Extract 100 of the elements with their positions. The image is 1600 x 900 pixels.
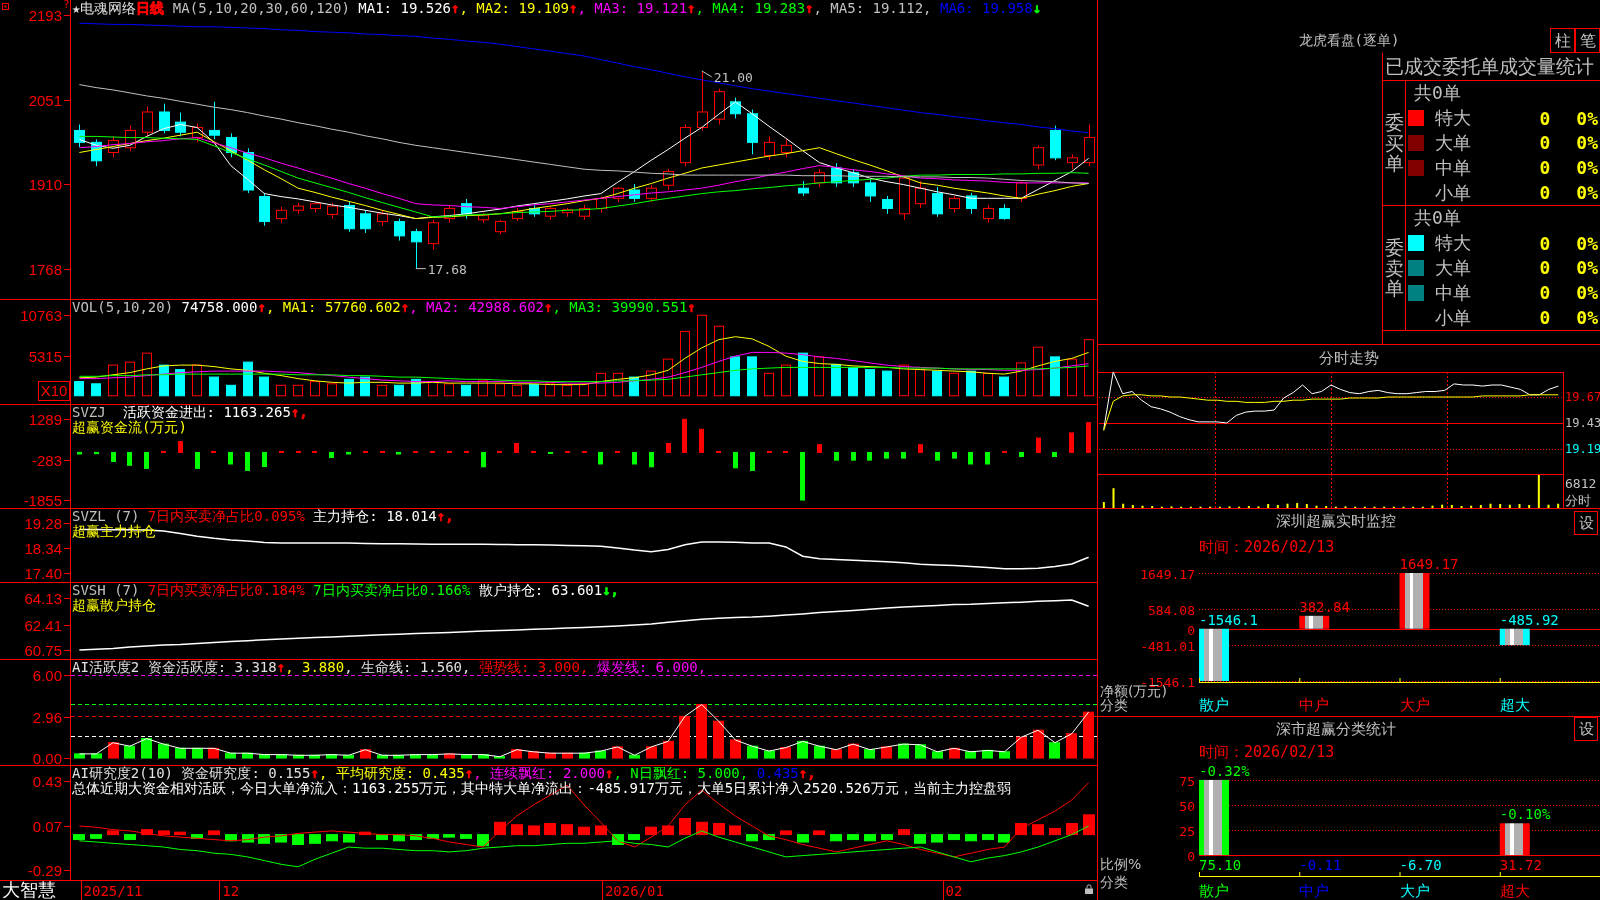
order-count: 0 — [1538, 182, 1552, 204]
order-count: 0 — [1538, 232, 1552, 254]
change-label: -0.32% — [1199, 762, 1250, 779]
brand-logo: 大智慧 — [2, 880, 56, 900]
unit-label: X10 — [38, 381, 70, 401]
date-label: 2026/01 — [604, 883, 664, 899]
axis-label: 6.00 — [32, 666, 62, 684]
order-count: 0 — [1538, 157, 1552, 179]
order-size-label: 特大 — [1435, 106, 1472, 131]
axis-label: 75 — [1179, 773, 1195, 789]
value-label: -1546.1 — [1199, 611, 1258, 628]
axis-title: 分时 — [1565, 493, 1591, 508]
axis-title: 分类 — [1100, 697, 1128, 713]
value-label: -6.70 — [1399, 857, 1442, 873]
panel-title: 深圳超赢实时监控 — [1275, 511, 1397, 532]
order-total: 共0单 — [1414, 206, 1461, 231]
axis-label: -481.01 — [1140, 638, 1195, 654]
indicator-legend: AI活跃度2 资金活跃度: 3.318↑, 3.880, 生命线: 1.560, 强势线: 3.000, 爆发线: 6.000, — [72, 660, 707, 675]
category-label: 超大 — [1499, 882, 1530, 900]
category-label: 大户 — [1399, 696, 1430, 714]
axis-label: 0.07 — [32, 817, 62, 835]
order-count: 0 — [1538, 132, 1552, 154]
axis-label: 25 — [1179, 823, 1195, 839]
value-label: -485.92 — [1499, 611, 1559, 628]
axis-label: 18.34 — [24, 539, 62, 557]
order-share: 0% — [1575, 282, 1599, 304]
timestamp: 时间：2026/02/13 — [1199, 538, 1335, 556]
group-label: 委买单 — [1384, 111, 1404, 175]
panel-title: 深市超赢分类统计 — [1275, 719, 1397, 740]
category-label: 中户 — [1299, 696, 1330, 714]
order-share: 0% — [1575, 132, 1599, 154]
order-share: 0% — [1575, 182, 1599, 204]
order-size-label: 小单 — [1435, 305, 1472, 330]
category-label: 中户 — [1299, 882, 1330, 900]
axis-label: 0.00 — [32, 749, 62, 765]
axis-title: 比例% — [1100, 856, 1142, 872]
order-size-label: 大单 — [1435, 256, 1472, 280]
axis-label: 1768 — [28, 260, 62, 278]
category-label: 超大 — [1499, 696, 1530, 714]
category-label: 散户 — [1199, 882, 1229, 900]
order-size-label: 大单 — [1435, 131, 1472, 155]
axis-label: 1649.17 — [1140, 566, 1195, 582]
axis-label: 584.08 — [1148, 602, 1195, 618]
indicator-legend: SVZL (7) 7日内买卖净占比0.095% 主力持仓: 18.014↑, — [72, 509, 454, 524]
order-share: 0% — [1575, 257, 1599, 279]
axis-label: 50 — [1179, 798, 1195, 814]
axis-label: -1855 — [23, 491, 62, 508]
order-size-label: 中单 — [1435, 280, 1472, 305]
axis-label: 1910 — [28, 175, 62, 193]
order-size-label: 小单 — [1435, 180, 1472, 205]
axis-label: -283 — [31, 451, 62, 469]
axis-label: 2051 — [28, 91, 62, 109]
value-label: -0.11 — [1299, 857, 1342, 873]
group-label: 委卖单 — [1384, 236, 1404, 300]
axis-label: 10763 — [20, 306, 62, 324]
order-count: 0 — [1538, 282, 1552, 304]
axis-label: 0 — [1187, 848, 1195, 864]
indicator-legend: 超赢散户持仓 — [72, 598, 156, 613]
axis-label: -0.29 — [27, 861, 62, 879]
volume-scale-label: 6812 — [1565, 476, 1597, 491]
axis-label: 62.41 — [24, 616, 62, 634]
axis-label: 0 — [1187, 622, 1195, 638]
order-count: 0 — [1538, 107, 1552, 129]
axis-label: 2193 — [28, 6, 62, 24]
indicator-legend: VOL(5,10,20) 74758.000↑, MA1: 57760.602↑, MA2: 42988.602↑, MA3: 39990.551↑ — [72, 300, 696, 315]
category-label: 散户 — [1199, 696, 1229, 714]
date-label: 12 — [222, 883, 240, 899]
panel-title: 龙虎看盘(逐单) — [1297, 31, 1401, 50]
axis-label: 17.40 — [24, 564, 62, 582]
panel-title: 分时走势 — [1318, 348, 1380, 369]
order-count: 0 — [1538, 257, 1552, 279]
axis-title: 分类 — [1100, 874, 1128, 890]
table-title: 已成交委托单成交量统计 — [1383, 53, 1600, 81]
order-count: 0 — [1538, 307, 1552, 329]
value-label: 1649.17 — [1399, 558, 1459, 572]
axis-label: 64.13 — [24, 589, 62, 607]
order-share: 0% — [1575, 107, 1599, 129]
order-share: 0% — [1575, 232, 1599, 254]
indicator-legend: 超赢资金流(万元) — [72, 420, 187, 435]
category-label: 大户 — [1399, 882, 1430, 900]
order-share: 0% — [1575, 157, 1599, 179]
order-size-label: 中单 — [1435, 155, 1472, 180]
axis-label: 19.43 — [1565, 416, 1600, 430]
axis-label: 19.28 — [24, 514, 62, 532]
axis-label: 60.75 — [24, 641, 62, 659]
timestamp: 时间：2026/02/13 — [1199, 743, 1335, 761]
axis-label: 5315 — [28, 347, 62, 365]
order-size-label: 特大 — [1435, 231, 1472, 256]
date-label: 02 — [945, 883, 963, 899]
value-label: 31.72 — [1499, 857, 1542, 873]
order-share: 0% — [1575, 307, 1599, 329]
axis-label: 19.67 — [1565, 389, 1600, 404]
order-total: 共0单 — [1414, 81, 1461, 106]
value-label: 382.84 — [1299, 598, 1350, 615]
axis-label: 1289 — [28, 410, 62, 428]
change-label: -0.10% — [1499, 806, 1551, 823]
indicator-legend: SVZJ 活跃资金进出: 1163.265↑, — [72, 405, 308, 420]
axis-label: 0.43 — [32, 772, 62, 790]
value-label: 75.10 — [1199, 857, 1242, 873]
axis-label: 2.96 — [32, 708, 62, 726]
